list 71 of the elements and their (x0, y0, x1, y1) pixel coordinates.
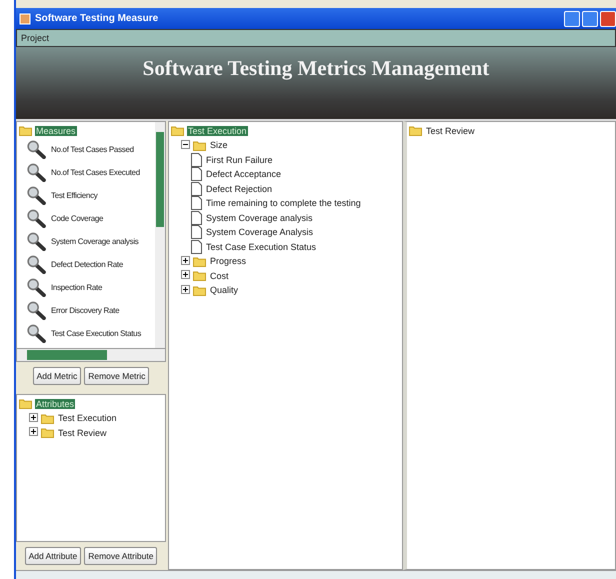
tree-item[interactable]: Error Discovery Rate (50, 306, 120, 316)
tree-item[interactable]: Test Case Execution Status (205, 242, 318, 252)
tree-item[interactable]: No.of Test Cases Executed (50, 168, 141, 178)
magnifier-icon (27, 301, 47, 320)
menu-item[interactable]: Project (17, 33, 54, 44)
expand-icon[interactable] (181, 270, 190, 280)
magnifier-icon (27, 186, 47, 206)
magnifier-icon (27, 324, 47, 344)
tree-item[interactable]: Test Review (425, 126, 476, 136)
tree-item[interactable]: Test Execution (57, 413, 118, 424)
folder-icon (19, 398, 32, 410)
tree-item[interactable]: Defect Acceptance (205, 169, 282, 180)
folder-icon (171, 125, 184, 136)
tree-item[interactable]: Cost (209, 270, 230, 281)
tree-item[interactable]: Defect Detection Rate (50, 260, 124, 270)
attribute-button[interactable]: Add Attribute (24, 546, 82, 565)
expand-icon[interactable] (181, 256, 190, 265)
tree-item[interactable]: Defect Rejection (205, 184, 274, 194)
collapse-icon[interactable] (181, 140, 190, 149)
magnifier-icon (27, 140, 47, 160)
document-icon (191, 225, 202, 240)
folder-icon (193, 270, 206, 282)
tree-item[interactable]: First Run Failure (205, 154, 274, 165)
magnifier-icon (27, 163, 47, 182)
tree-item[interactable]: Test Execution (187, 126, 248, 136)
tree-item[interactable]: Progress (209, 256, 248, 266)
document-icon (191, 152, 202, 167)
tree-item[interactable]: Time remaining to complete the testing (205, 198, 362, 208)
window-title: Software Testing Measure (35, 13, 158, 24)
expand-icon[interactable] (181, 284, 190, 294)
tree-item[interactable]: Test Case Execution Status (50, 329, 142, 338)
app-icon (19, 12, 31, 25)
tree-item[interactable]: System Coverage analysis (205, 212, 314, 223)
scrollbar[interactable] (155, 122, 165, 348)
maximize-button[interactable] (582, 10, 598, 27)
folder-icon (193, 256, 206, 267)
document-icon (191, 210, 202, 225)
document-icon (191, 167, 202, 182)
metric-button[interactable]: Remove Metric (84, 366, 150, 385)
magnifier-icon (27, 255, 47, 274)
tree-item[interactable]: Test Efficiency (50, 191, 98, 200)
tree-item[interactable]: Test Review (57, 428, 108, 438)
tree-item[interactable]: Code Coverage (50, 214, 104, 224)
folder-icon (41, 427, 54, 438)
tree-item[interactable]: Quality (209, 285, 240, 296)
magnifier-icon (27, 209, 47, 228)
magnifier-icon (27, 232, 47, 252)
document-icon (191, 196, 202, 210)
banner-title: Software Testing Metrics Management (142, 56, 490, 82)
document-icon (191, 182, 202, 196)
metric-button[interactable]: Add Metric (32, 366, 82, 385)
tree-item[interactable]: No.of Test Cases Passed (50, 145, 135, 154)
folder-icon (41, 412, 54, 424)
folder-icon (409, 125, 422, 136)
magnifier-icon (27, 278, 47, 298)
attribute-button[interactable]: Remove Attribute (84, 546, 158, 565)
horizontal-scrollbar[interactable] (16, 348, 166, 362)
expand-icon[interactable] (29, 427, 38, 436)
tree-item[interactable]: Inspection Rate (50, 283, 104, 292)
tree-item[interactable]: System Coverage Analysis (205, 227, 314, 238)
close-button[interactable] (600, 10, 616, 27)
tree-item[interactable]: Attributes (35, 398, 76, 409)
tree-item[interactable]: Size (209, 140, 229, 150)
document-icon (191, 240, 202, 254)
minimize-button[interactable] (564, 10, 580, 27)
tree-item[interactable]: System Coverage analysis (50, 237, 140, 246)
tree-item[interactable]: Measures (35, 126, 77, 136)
folder-icon (19, 125, 32, 136)
expand-icon[interactable] (29, 412, 38, 422)
folder-icon (193, 284, 206, 296)
folder-icon (193, 140, 206, 151)
